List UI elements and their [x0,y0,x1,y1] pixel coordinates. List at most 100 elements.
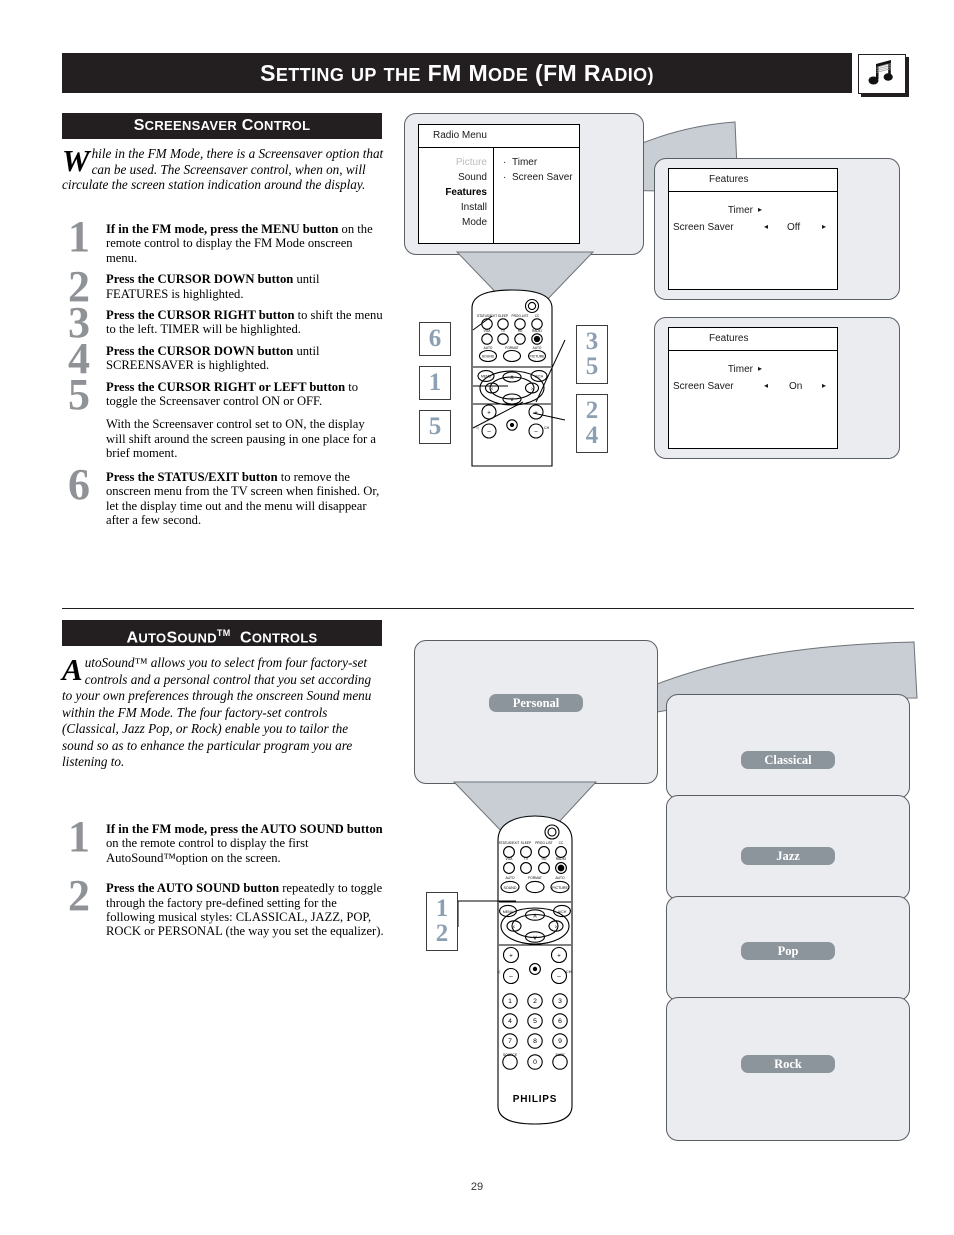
svg-text:1: 1 [508,998,512,1005]
step-number: 6 [68,459,90,509]
intro-text: hile in the FM Mode, there is a Screensa… [62,146,384,193]
section-autosound-controls-title: AUTOSOUNDTM CONTROLS [126,628,318,647]
features-on-timer-arrow-icon[interactable]: ▸ [758,364,762,373]
step-item: 1 If in the FM mode, press the MENU butt… [62,215,384,265]
svg-text:–: – [557,974,561,981]
step-text: Press the CURSOR RIGHT or LEFT button to… [106,380,384,409]
callout-number: 4 [585,422,599,449]
manual-page: SETTING UP THE FM MODE (FM RADIO) SCREEN… [0,0,954,1235]
features-on-left-arrow-icon[interactable]: ◂ [764,381,768,390]
svg-text:STATUS/EXIT: STATUS/EXIT [499,841,520,845]
radio-menu-sub-timer[interactable]: Timer [512,157,537,168]
svg-text:VGA: VGA [506,857,514,861]
screensaver-steps: 1 If in the FM mode, press the MENU butt… [62,215,384,534]
page-title: SETTING UP THE FM MODE (FM RADIO) [260,60,654,86]
svg-text:SURF: SURF [556,1053,565,1057]
svg-text:HD: HD [542,857,547,861]
step-text: If in the FM mode, press the MENU button… [106,222,384,265]
step-text: Press the CURSOR DOWN button until FEATU… [106,272,384,301]
autosound-chip-classical: Classical [741,751,835,769]
callout-number: 6 [428,325,442,352]
page-number: 29 [470,1181,484,1193]
features-on-right-arrow-icon[interactable]: ▸ [822,381,826,390]
features-off-timer-arrow-icon[interactable]: ▸ [758,205,762,214]
step-item: 6 Press the STATUS/EXIT button to remove… [62,462,384,528]
step-text: If in the FM mode, press the AUTO SOUND … [106,822,384,865]
autosound-panel-jazz: Jazz [666,795,910,900]
svg-text:3: 3 [558,998,562,1005]
step-number: 2 [68,871,90,921]
radio-menu-title-bar: Radio Menu [419,125,579,148]
callout-tag-5: 5 [419,410,451,444]
features-off-bubble: Features Timer ▸ Screen Saver ◂ Off ▸ [654,158,900,300]
page-header-bar: SETTING UP THE FM MODE (FM RADIO) [62,53,852,93]
autosound-chip-personal: Personal [489,694,583,712]
svg-text:SLEEP: SLEEP [521,841,532,845]
screensaver-intro: While in the FM Mode, there is a Screens… [62,143,384,193]
callout-tag-2-4: 2 4 [576,394,608,453]
features-on-title: Features [709,333,749,344]
step-bold: If in the FM mode, press the MENU button [106,222,339,236]
radio-menu-item-features[interactable]: Features [427,187,487,198]
callout-number: 2 [435,920,449,947]
svg-text:+: + [509,953,513,960]
remote-control-bottom: STATUS/EXIT SLEEP PROG.LIST CC VGA TV HD RAD… [497,815,573,1125]
features-off-value[interactable]: Off [787,222,800,233]
svg-text:CC: CC [559,841,564,845]
radio-menu-item-sound[interactable]: Sound [427,172,487,183]
svg-text:∨: ∨ [533,935,538,942]
step-item: 2 Press the CURSOR DOWN button until FEA… [62,265,384,309]
callout-number: 1 [435,895,449,922]
autosound-steps: 1 If in the FM mode, press the AUTO SOUN… [62,815,384,946]
remote-brand: PHILIPS [513,1094,558,1105]
features-on-timer-label[interactable]: Timer [679,364,753,375]
features-on-title-bar: Features [669,328,837,351]
svg-text:5: 5 [533,1018,537,1025]
radio-menu-item-picture[interactable]: Picture [427,157,487,168]
callout-number: 5 [428,413,442,440]
radio-menu-bubble: Radio Menu Picture Sound Features Instal… [404,113,644,255]
radio-menu-sub-screensaver[interactable]: Screen Saver [512,172,573,183]
section-screensaver-control-bar: SCREENSAVER CONTROL [62,113,382,139]
svg-text:9: 9 [558,1038,562,1045]
features-off-right-arrow-icon[interactable]: ▸ [822,222,826,231]
section-autosound-controls-bar: AUTOSOUNDTM CONTROLS [62,620,382,646]
step-rest: on the remote control to display the fir… [106,836,309,865]
intro-dropcap: A [62,652,83,687]
svg-text:–: – [509,974,513,981]
features-off-timer-label[interactable]: Timer [679,205,753,216]
step-item: 3 Press the CURSOR RIGHT button to shift… [62,301,384,345]
step-bold: Press the CURSOR RIGHT or LEFT button [106,379,346,394]
features-on-bubble: Features Timer ▸ Screen Saver ◂ On ▸ [654,317,900,459]
step-bold: Press the CURSOR DOWN button [106,343,294,358]
step-text: Press the CURSOR RIGHT button to shift t… [106,308,384,337]
step-bold: If in the FM mode, press the AUTO SOUND … [106,822,383,836]
radio-menu-item-mode[interactable]: Mode [427,217,487,228]
autosound-chip-jazz: Jazz [741,847,835,865]
svg-text:AUTO: AUTO [555,876,565,880]
svg-text:4: 4 [508,1018,512,1025]
svg-text:PICTURE: PICTURE [552,886,568,890]
step-bold: Press the CURSOR DOWN button [106,272,294,287]
autosound-chip-pop: Pop [741,942,835,960]
callout-number: 5 [585,353,599,380]
features-off-screensaver-label[interactable]: Screen Saver [673,222,753,233]
svg-text:SOURCE: SOURCE [503,1053,518,1057]
features-on-value[interactable]: On [789,381,802,392]
step-item: 5 Press the CURSOR RIGHT or LEFT button … [62,372,384,416]
radio-menu-item-install[interactable]: Install [427,202,487,213]
autosound-panel-rock: Rock [666,997,910,1141]
svg-text:6: 6 [558,1018,562,1025]
step-text: Press the AUTO SOUND button repeatedly t… [106,881,384,939]
features-on-osd: Features Timer ▸ Screen Saver ◂ On ▸ [668,327,838,449]
radio-menu-osd: Radio Menu Picture Sound Features Instal… [418,124,580,244]
features-on-screensaver-label[interactable]: Screen Saver [673,381,753,392]
callout-tag-1: 1 [419,366,451,400]
svg-text:8: 8 [533,1038,537,1045]
section-divider [62,608,914,609]
step-bold: Press the CURSOR RIGHT button [106,308,295,323]
step-number: 5 [68,369,90,419]
step-item: 4 Press the CURSOR DOWN button until SCR… [62,336,384,380]
intro-dropcap: W [62,143,90,178]
features-off-left-arrow-icon[interactable]: ◂ [764,222,768,231]
